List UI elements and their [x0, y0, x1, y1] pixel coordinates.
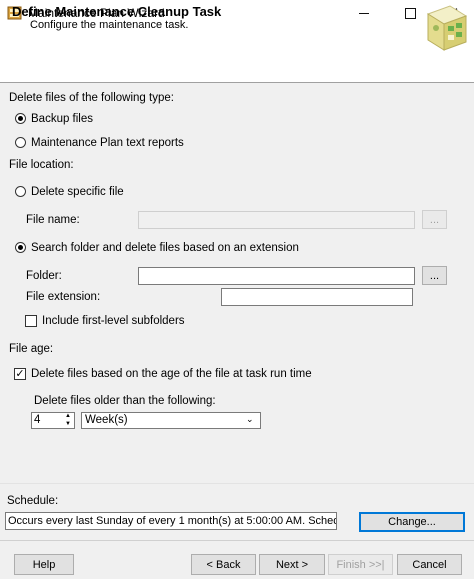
page-title: Define Maintenance Cleanup Task [12, 4, 222, 19]
delete-specific-file-radio[interactable] [15, 186, 26, 197]
back-button[interactable]: < Back [191, 554, 256, 575]
finish-button[interactable]: Finish >>| [328, 554, 393, 575]
file-extension-input[interactable] [221, 288, 413, 306]
backup-files-radio[interactable] [15, 113, 26, 124]
separator [0, 483, 474, 484]
wizard-header [0, 26, 474, 83]
include-subfolders-checkbox[interactable] [25, 315, 37, 327]
minimize-button[interactable] [342, 0, 386, 26]
file-name-input[interactable] [138, 211, 415, 229]
radio-selected-dot [18, 116, 23, 121]
help-button[interactable]: Help [14, 554, 74, 575]
search-folder-label[interactable]: Search folder and delete files based on … [31, 242, 299, 254]
page-subtitle: Configure the maintenance task. [30, 19, 189, 31]
text-reports-label[interactable]: Maintenance Plan text reports [31, 137, 184, 149]
schedule-label: Schedule: [7, 495, 59, 507]
change-schedule-button[interactable]: Change... [359, 512, 465, 532]
minimize-icon [359, 12, 369, 14]
spin-up-icon[interactable]: ▲ [62, 413, 74, 420]
older-than-label: Delete files older than the following: [34, 395, 216, 407]
file-name-browse-button[interactable]: ... [422, 210, 447, 229]
include-subfolders-label[interactable]: Include first-level subfolders [42, 315, 185, 327]
wizard-graphic-icon [426, 5, 468, 51]
text-reports-radio[interactable] [15, 137, 26, 148]
file-location-label: File location: [9, 159, 74, 171]
checkmark-icon: ✓ [15, 367, 25, 380]
backup-files-label[interactable]: Backup files [31, 113, 93, 125]
search-folder-radio[interactable] [15, 242, 26, 253]
age-amount-value: 4 [34, 414, 41, 426]
cancel-button[interactable]: Cancel [397, 554, 462, 575]
spin-down-icon[interactable]: ▼ [62, 421, 74, 428]
radio-selected-dot [18, 245, 23, 250]
folder-input[interactable] [138, 267, 415, 285]
age-amount-spinner[interactable]: 4 ▲ ▼ [31, 412, 75, 429]
age-unit-value: Week(s) [85, 414, 128, 426]
maximize-icon [404, 7, 416, 19]
schedule-text: Occurs every last Sunday of every 1 mont… [8, 515, 336, 527]
schedule-textbox[interactable]: Occurs every last Sunday of every 1 mont… [5, 512, 337, 530]
delete-by-age-label[interactable]: Delete files based on the age of the fil… [31, 368, 312, 380]
footer-separator [0, 540, 474, 541]
age-unit-select[interactable]: Week(s) ⌄ [81, 412, 261, 429]
file-age-label: File age: [9, 343, 54, 355]
file-extension-label: File extension: [26, 291, 101, 303]
file-type-label: Delete files of the following type: [9, 92, 174, 104]
next-button[interactable]: Next > [259, 554, 325, 575]
folder-browse-button[interactable]: ... [422, 266, 447, 285]
folder-label: Folder: [26, 270, 62, 282]
file-name-label: File name: [26, 214, 80, 226]
delete-specific-file-label[interactable]: Delete specific file [31, 186, 124, 198]
delete-by-age-checkbox[interactable]: ✓ [14, 368, 26, 380]
chevron-down-icon: ⌄ [246, 414, 254, 424]
